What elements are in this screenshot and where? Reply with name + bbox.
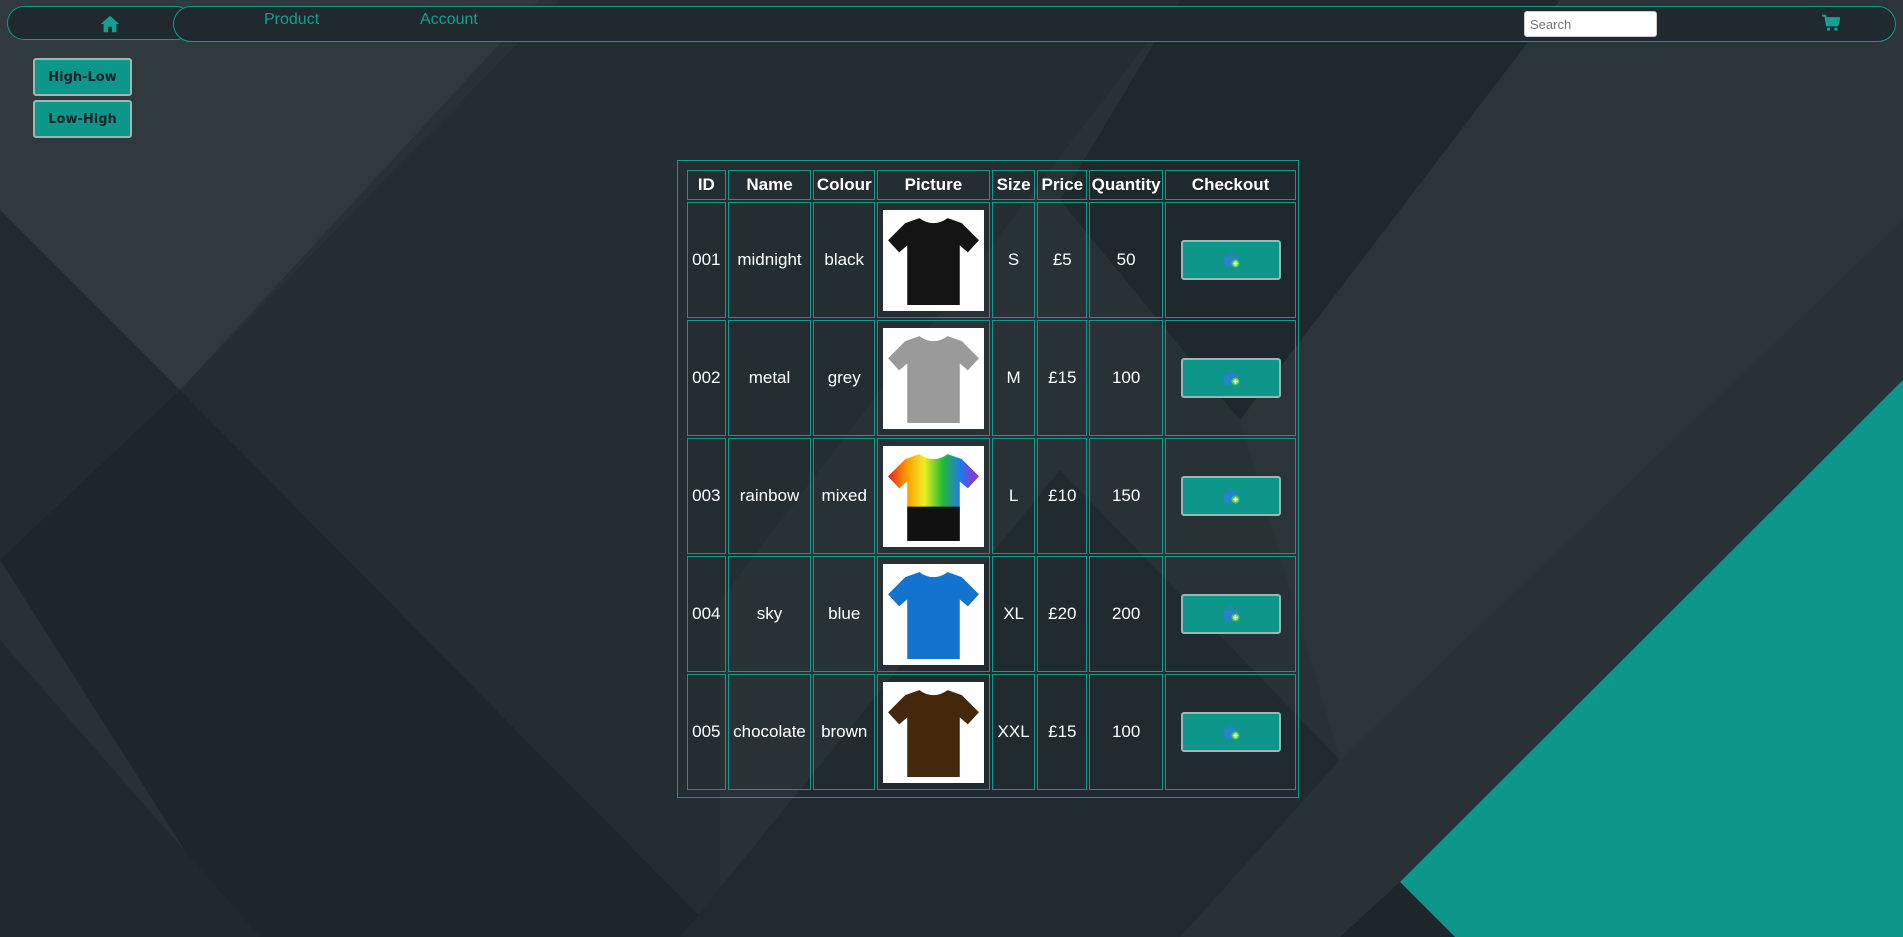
cell-colour: blue bbox=[813, 556, 876, 672]
table-row: 005 chocolate brown XXL £15 100 bbox=[687, 674, 1296, 790]
header-colour: Colour bbox=[813, 170, 876, 200]
header-picture: Picture bbox=[877, 170, 990, 200]
tshirt-image bbox=[882, 563, 984, 665]
tshirt-image bbox=[882, 209, 984, 311]
nav-link-account[interactable]: Account bbox=[420, 11, 478, 29]
basket-add-icon bbox=[1222, 723, 1240, 740]
table-row: 001 midnight black S £5 50 bbox=[687, 202, 1296, 318]
header-id: ID bbox=[687, 170, 726, 200]
cell-price: £15 bbox=[1037, 674, 1088, 790]
cell-name: chocolate bbox=[727, 674, 812, 790]
nav-link-product[interactable]: Product bbox=[264, 11, 319, 29]
cell-size: XL bbox=[991, 556, 1036, 672]
cell-picture bbox=[877, 674, 990, 790]
cell-name: sky bbox=[727, 556, 812, 672]
cell-size: M bbox=[991, 320, 1036, 436]
cell-quantity: 50 bbox=[1089, 202, 1164, 318]
cell-picture bbox=[877, 202, 990, 318]
product-table: ID Name Colour Picture Size Price Quanti… bbox=[685, 168, 1298, 792]
cell-price: £15 bbox=[1037, 320, 1088, 436]
cell-price: £20 bbox=[1037, 556, 1088, 672]
cell-checkout bbox=[1165, 438, 1296, 554]
cell-name: rainbow bbox=[727, 438, 812, 554]
cell-checkout bbox=[1165, 202, 1296, 318]
cell-id: 002 bbox=[687, 320, 726, 436]
table-row: 002 metal grey M £15 100 bbox=[687, 320, 1296, 436]
table-header-row: ID Name Colour Picture Size Price Quanti… bbox=[687, 170, 1296, 200]
add-to-basket-button[interactable] bbox=[1180, 358, 1281, 398]
cell-colour: brown bbox=[813, 674, 876, 790]
header-name: Name bbox=[727, 170, 812, 200]
home-icon[interactable] bbox=[99, 13, 121, 35]
basket-add-icon bbox=[1222, 605, 1240, 622]
cell-id: 003 bbox=[687, 438, 726, 554]
basket-add-icon bbox=[1222, 487, 1240, 504]
cell-checkout bbox=[1165, 320, 1296, 436]
cell-colour: black bbox=[813, 202, 876, 318]
cell-size: XXL bbox=[991, 674, 1036, 790]
cell-colour: grey bbox=[813, 320, 876, 436]
cart-icon[interactable] bbox=[1821, 14, 1841, 32]
cell-picture bbox=[877, 556, 990, 672]
cell-id: 005 bbox=[687, 674, 726, 790]
header-size: Size bbox=[991, 170, 1036, 200]
cell-quantity: 100 bbox=[1089, 674, 1164, 790]
cell-quantity: 100 bbox=[1089, 320, 1164, 436]
tshirt-image bbox=[882, 327, 984, 429]
cell-price: £10 bbox=[1037, 438, 1088, 554]
add-to-basket-button[interactable] bbox=[1180, 594, 1281, 634]
cell-picture bbox=[877, 320, 990, 436]
basket-add-icon bbox=[1222, 251, 1240, 268]
cell-quantity: 150 bbox=[1089, 438, 1164, 554]
add-to-basket-button[interactable] bbox=[1180, 712, 1281, 752]
cell-size: S bbox=[991, 202, 1036, 318]
cell-id: 004 bbox=[687, 556, 726, 672]
cell-checkout bbox=[1165, 674, 1296, 790]
add-to-basket-button[interactable] bbox=[1180, 240, 1281, 280]
table-row: 003 rainbow mixed L £10 150 bbox=[687, 438, 1296, 554]
cell-checkout bbox=[1165, 556, 1296, 672]
sort-high-low-button[interactable]: High-Low bbox=[33, 58, 132, 96]
cell-id: 001 bbox=[687, 202, 726, 318]
cell-picture bbox=[877, 438, 990, 554]
product-table-frame: ID Name Colour Picture Size Price Quanti… bbox=[677, 160, 1299, 798]
basket-add-icon bbox=[1222, 369, 1240, 386]
cell-name: midnight bbox=[727, 202, 812, 318]
add-to-basket-button[interactable] bbox=[1180, 476, 1281, 516]
tshirt-image bbox=[882, 681, 984, 783]
tshirt-image bbox=[882, 445, 984, 547]
cell-colour: mixed bbox=[813, 438, 876, 554]
sort-low-high-button[interactable]: Low-High bbox=[33, 100, 132, 138]
cell-quantity: 200 bbox=[1089, 556, 1164, 672]
header-quantity: Quantity bbox=[1089, 170, 1164, 200]
header-price: Price bbox=[1037, 170, 1088, 200]
cell-size: L bbox=[991, 438, 1036, 554]
table-row: 004 sky blue XL £20 200 bbox=[687, 556, 1296, 672]
search-input[interactable] bbox=[1524, 11, 1657, 37]
header-checkout: Checkout bbox=[1165, 170, 1296, 200]
cell-price: £5 bbox=[1037, 202, 1088, 318]
cell-name: metal bbox=[727, 320, 812, 436]
